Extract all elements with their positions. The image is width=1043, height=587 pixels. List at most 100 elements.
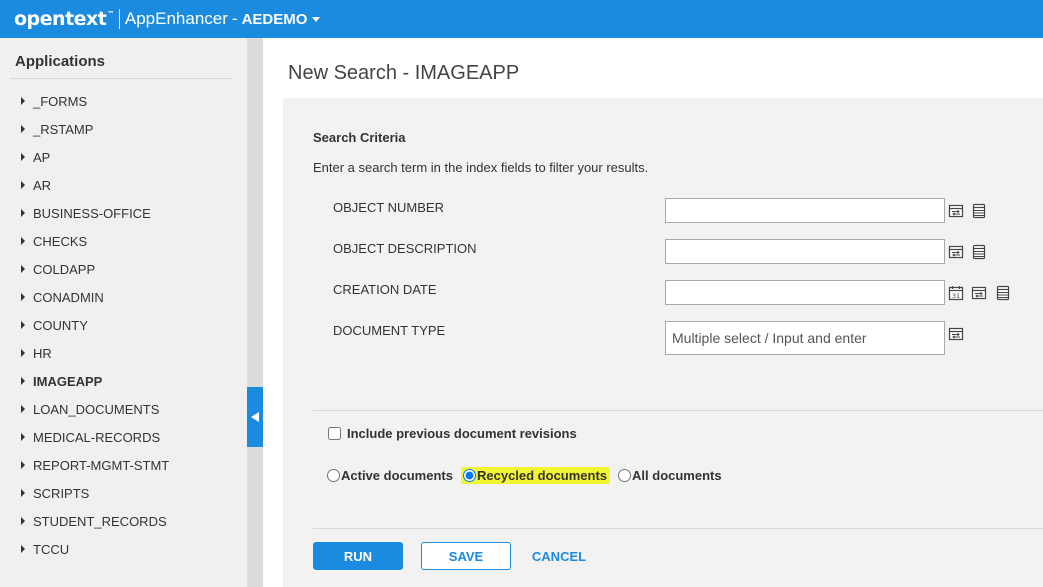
creation-date-label: CREATION DATE: [333, 282, 437, 297]
section-divider: [313, 410, 1043, 411]
sidebar-item-tccu[interactable]: TCCU: [0, 535, 247, 563]
sidebar-item-loan-documents[interactable]: LOAN_DOCUMENTS: [0, 395, 247, 423]
operator-icon[interactable]: [948, 244, 964, 260]
recycled-documents-radio[interactable]: [462, 469, 476, 482]
expand-arrow-icon: [21, 405, 25, 413]
sidebar-item-hr[interactable]: HR: [0, 339, 247, 367]
sidebar-item-label: _RSTAMP: [33, 121, 94, 137]
expand-arrow-icon: [21, 321, 25, 329]
include-revisions-checkbox[interactable]: [328, 427, 341, 440]
recycled-documents-label: Recycled documents: [476, 468, 608, 483]
all-documents-option[interactable]: All documents: [618, 468, 722, 483]
sidebar-item-label: _FORMS: [33, 93, 88, 109]
all-documents-radio[interactable]: [618, 469, 632, 482]
object-number-input[interactable]: [665, 198, 945, 223]
expand-arrow-icon: [21, 377, 25, 385]
list-icon[interactable]: [971, 203, 987, 219]
object-description-input[interactable]: [665, 239, 945, 264]
sidebar-item-ar[interactable]: AR: [0, 171, 247, 199]
cancel-button[interactable]: CANCEL: [525, 542, 593, 570]
expand-arrow-icon: [21, 153, 25, 161]
search-criteria-title: Search Criteria: [313, 130, 406, 145]
document-filter-group: Active documents Recycled documents All …: [327, 467, 730, 484]
expand-arrow-icon: [21, 349, 25, 357]
expand-arrow-icon: [21, 125, 25, 133]
sidebar-item-label: CHECKS: [33, 233, 88, 249]
sidebar-item-label: COLDAPP: [33, 261, 96, 277]
calendar-icon[interactable]: 31: [948, 285, 964, 301]
sidebar-item-business-office[interactable]: BUSINESS-OFFICE: [0, 199, 247, 227]
all-documents-label: All documents: [632, 468, 722, 483]
sidebar-item-checks[interactable]: CHECKS: [0, 227, 247, 255]
expand-arrow-icon: [21, 293, 25, 301]
top-bar: opentext™ AppEnhancer - AEDEMO: [0, 0, 1043, 38]
document-type-input[interactable]: [665, 321, 945, 355]
app-name: AppEnhancer: [124, 9, 228, 28]
sidebar-item-label: AR: [33, 177, 52, 193]
sidebar-item-county[interactable]: COUNTY: [0, 311, 247, 339]
sidebar-item-label: IMAGEAPP: [33, 373, 103, 389]
sidebar-item-label: TCCU: [33, 541, 70, 557]
save-button[interactable]: SAVE: [421, 542, 511, 570]
recycled-documents-option[interactable]: Recycled documents: [460, 467, 611, 484]
sidebar-item-label: REPORT-MGMT-STMT: [33, 457, 170, 473]
sidebar-collapse-strip: [247, 38, 263, 587]
expand-arrow-icon: [21, 181, 25, 189]
sidebar-item-label: SCRIPTS: [33, 485, 90, 501]
operator-icon[interactable]: [971, 285, 987, 301]
database-name: AEDEMO: [241, 10, 308, 28]
sidebar-item-ap[interactable]: AP: [0, 143, 247, 171]
sidebar-item-medical-records[interactable]: MEDICAL-RECORDS: [0, 423, 247, 451]
active-documents-radio[interactable]: [327, 469, 340, 482]
page-title: New Search - IMAGEAPP: [288, 62, 520, 84]
run-button[interactable]: RUN: [313, 542, 403, 570]
sidebar-item-label: CONADMIN: [33, 289, 104, 305]
include-revisions-option[interactable]: Include previous document revisions: [328, 426, 577, 441]
operator-icon[interactable]: [948, 326, 964, 342]
sidebar-item-report-mgmt-stmt[interactable]: REPORT-MGMT-STMT: [0, 451, 247, 479]
list-icon[interactable]: [971, 244, 987, 260]
active-documents-label: Active documents: [341, 468, 453, 483]
opentext-logo[interactable]: opentext™: [14, 8, 114, 30]
sidebar-item-rstamp[interactable]: _RSTAMP: [0, 115, 247, 143]
object-description-label: OBJECT DESCRIPTION: [333, 241, 477, 256]
chevron-down-icon: [312, 16, 321, 22]
operator-icon[interactable]: [948, 203, 964, 219]
svg-text:31: 31: [952, 292, 960, 300]
sidebar-item-label: STUDENT_RECORDS: [33, 513, 167, 529]
sidebar-item-label: COUNTY: [33, 317, 88, 333]
collapse-sidebar-button[interactable]: [247, 387, 263, 447]
sidebar: Applications _FORMS _RSTAMP AP AR BUSINESS-O…: [0, 38, 247, 587]
sidebar-item-student-records[interactable]: STUDENT_RECORDS: [0, 507, 247, 535]
include-revisions-label: Include previous document revisions: [347, 426, 577, 441]
expand-arrow-icon: [21, 489, 25, 497]
sidebar-divider: [10, 78, 232, 79]
expand-arrow-icon: [21, 97, 25, 105]
document-type-label: DOCUMENT TYPE: [333, 323, 446, 338]
database-selector[interactable]: AEDEMO: [242, 11, 321, 28]
sidebar-item-imageapp[interactable]: IMAGEAPP: [0, 367, 247, 395]
sidebar-item-coldapp[interactable]: COLDAPP: [0, 255, 247, 283]
expand-arrow-icon: [21, 517, 25, 525]
expand-arrow-icon: [21, 545, 25, 553]
expand-arrow-icon: [21, 433, 25, 441]
expand-arrow-icon: [21, 461, 25, 469]
creation-date-input[interactable]: [665, 280, 945, 305]
list-icon[interactable]: [995, 285, 1011, 301]
sidebar-item-scripts[interactable]: SCRIPTS: [0, 479, 247, 507]
active-documents-option[interactable]: Active documents: [327, 468, 453, 483]
expand-arrow-icon: [21, 209, 25, 217]
search-criteria-hint: Enter a search term in the index fields …: [313, 160, 649, 175]
expand-arrow-icon: [21, 265, 25, 273]
sidebar-item-forms[interactable]: _FORMS: [0, 87, 247, 115]
application-list: _FORMS _RSTAMP AP AR BUSINESS-OFFICE CHECKS CO…: [0, 87, 247, 563]
sidebar-title: Applications: [15, 53, 106, 70]
title-dash: -: [231, 9, 238, 28]
sidebar-item-label: BUSINESS-OFFICE: [33, 205, 151, 221]
sidebar-item-conadmin[interactable]: CONADMIN: [0, 283, 247, 311]
collapse-arrow-icon: [251, 412, 259, 422]
object-number-label: OBJECT NUMBER: [333, 200, 444, 215]
sidebar-item-label: LOAN_DOCUMENTS: [33, 401, 160, 417]
buttons-divider: [313, 528, 1043, 529]
sidebar-item-label: AP: [33, 149, 51, 165]
